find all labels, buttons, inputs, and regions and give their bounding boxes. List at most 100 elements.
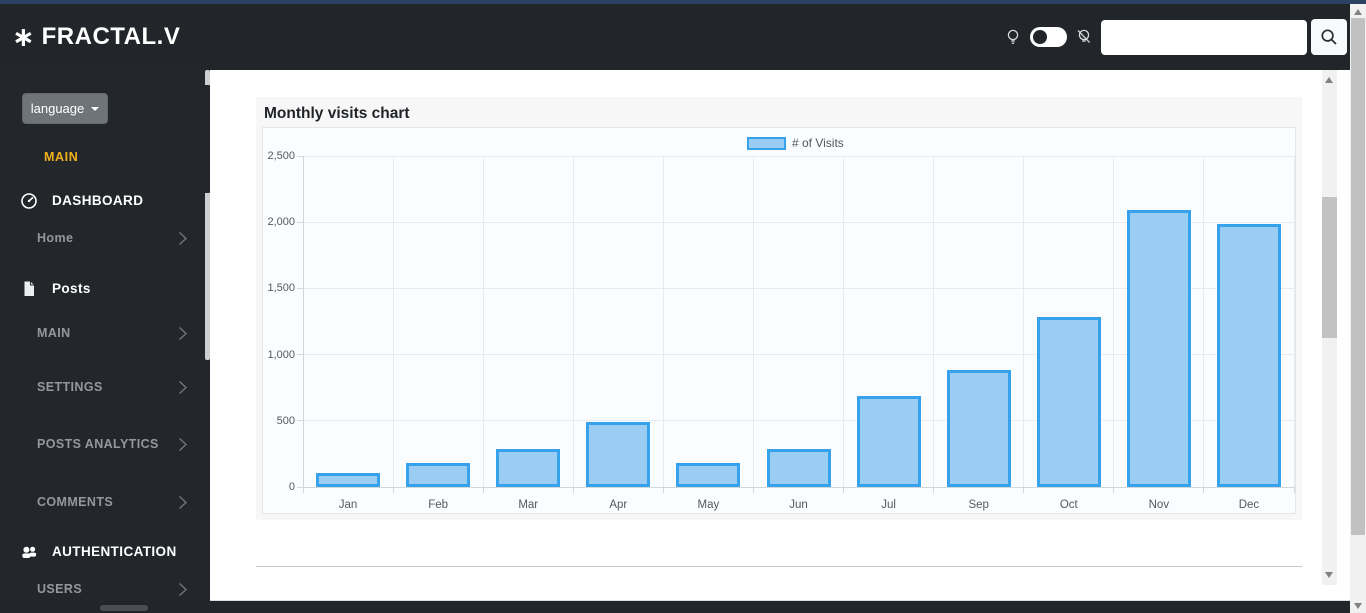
x-axis-tick [393, 487, 394, 493]
sidebar-item-main[interactable]: MAIN [0, 322, 210, 346]
chart-canvas[interactable]: # of Visits 05001,0001,5002,0002,500JanF… [262, 127, 1296, 514]
x-tick-label: Mar [483, 499, 573, 511]
legend-label: # of Visits [792, 136, 844, 150]
bar-jan[interactable] [316, 473, 380, 487]
y-tick-label: 1,000 [263, 349, 295, 361]
x-axis-tick [483, 487, 484, 493]
bar-may[interactable] [676, 463, 740, 487]
users-icon [20, 543, 38, 561]
chevron-right-icon[interactable] [178, 326, 188, 341]
brand-logo[interactable]: ∗ FRACTAL.V [12, 4, 180, 70]
sidebar-section-heading: MAIN [44, 150, 78, 164]
horizontal-scrollbar-thumb[interactable] [100, 605, 148, 611]
sidebar-item-label: AUTHENTICATION [52, 544, 177, 559]
gridline [1113, 156, 1114, 487]
gridline [753, 156, 754, 487]
brand-name: FRACTAL.V [42, 23, 181, 51]
content-scrollbar-thumb[interactable] [1322, 197, 1337, 338]
gauge-icon [20, 192, 38, 210]
sidebar-item-users[interactable]: USERS [0, 578, 210, 602]
asterisk-logo-icon: ∗ [12, 24, 35, 51]
x-axis-tick [663, 487, 664, 493]
chevron-right-icon[interactable] [178, 380, 188, 395]
x-tick-label: Jun [754, 499, 844, 511]
page-scrollbar-thumb[interactable] [1351, 18, 1365, 535]
gridline [573, 156, 574, 487]
file-icon [20, 280, 38, 298]
x-axis-tick [933, 487, 934, 493]
sidebar-item-authentication[interactable]: AUTHENTICATION [0, 541, 210, 565]
bulb-off-icon [1075, 28, 1093, 46]
x-tick-label: Jul [844, 499, 934, 511]
content-scroll-up-icon[interactable] [1325, 77, 1333, 83]
sidebar-item-home[interactable]: Home [0, 227, 210, 251]
page-scrollbar[interactable] [1350, 4, 1366, 613]
y-tick-label: 1,500 [263, 282, 295, 294]
x-tick-label: May [663, 499, 753, 511]
chevron-right-icon[interactable] [178, 231, 188, 246]
x-tick-label: Dec [1204, 499, 1294, 511]
theme-toggle[interactable] [1030, 27, 1067, 47]
gridline [483, 156, 484, 487]
bar-jul[interactable] [857, 396, 921, 487]
sidebar-item-label: POSTS ANALYTICS [37, 437, 159, 451]
horizontal-divider [256, 566, 1302, 567]
search-input[interactable] [1101, 20, 1307, 55]
content-scroll-down-icon[interactable] [1325, 572, 1333, 578]
navbar-controls [1004, 4, 1347, 70]
chart-legend[interactable]: # of Visits [747, 136, 844, 150]
x-tick-label: Sep [934, 499, 1024, 511]
bar-mar[interactable] [496, 449, 560, 487]
chevron-right-icon[interactable] [178, 582, 188, 597]
sidebar-item-label: COMMENTS [37, 495, 113, 509]
sidebar-item-posts-analytics[interactable]: POSTS ANALYTICS [0, 433, 210, 457]
sidebar: language MAIN DASHBOARD Home Posts MAIN SETTI… [0, 70, 210, 613]
x-tick-label: Feb [393, 499, 483, 511]
gridline [933, 156, 934, 487]
x-tick-label: Nov [1114, 499, 1204, 511]
card-title: Monthly visits chart [264, 103, 1296, 124]
page-scroll-up-icon[interactable] [1354, 9, 1362, 15]
bar-feb[interactable] [406, 463, 470, 487]
bar-apr[interactable] [586, 422, 650, 487]
sidebar-item-label: SETTINGS [37, 380, 103, 394]
bulb-on-icon [1004, 28, 1022, 46]
bar-nov[interactable] [1127, 210, 1191, 487]
bar-oct[interactable] [1037, 317, 1101, 487]
x-tick-label: Oct [1024, 499, 1114, 511]
gridline [843, 156, 844, 487]
page-scroll-down-icon[interactable] [1354, 603, 1362, 609]
bar-sep[interactable] [947, 370, 1011, 487]
gridline [393, 156, 394, 487]
search-icon [1320, 28, 1338, 46]
x-axis-tick [573, 487, 574, 493]
gridline [663, 156, 664, 487]
sidebar-item-label: USERS [37, 582, 82, 596]
horizontal-scrollbar[interactable] [0, 601, 1350, 613]
language-dropdown-button[interactable]: language [22, 93, 108, 124]
x-axis-tick [753, 487, 754, 493]
caret-down-icon [91, 107, 99, 111]
sidebar-item-dashboard[interactable]: DASHBOARD [0, 190, 210, 214]
x-axis-tick [303, 487, 304, 493]
gridline [1294, 156, 1295, 487]
y-tick-label: 2,500 [263, 150, 295, 162]
content-scrollbar[interactable] [1322, 70, 1337, 585]
y-tick-label: 500 [263, 415, 295, 427]
bar-jun[interactable] [767, 449, 831, 487]
y-tick-label: 0 [263, 481, 295, 493]
sidebar-item-label: Posts [52, 281, 91, 296]
legend-swatch-icon [747, 137, 786, 150]
x-axis-tick [1023, 487, 1024, 493]
gridline [303, 156, 1294, 157]
sidebar-item-settings[interactable]: SETTINGS [0, 376, 210, 400]
chevron-right-icon[interactable] [178, 495, 188, 510]
search-button[interactable] [1311, 19, 1347, 55]
sidebar-item-posts[interactable]: Posts [0, 278, 210, 302]
bar-dec[interactable] [1217, 224, 1281, 487]
sidebar-item-label: Home [37, 231, 73, 245]
sidebar-item-comments[interactable]: COMMENTS [0, 491, 210, 515]
chevron-right-icon[interactable] [178, 437, 188, 452]
chart-card: Monthly visits chart # of Visits 0 500 1,0… [256, 97, 1302, 520]
x-tick-label: Jan [303, 499, 393, 511]
